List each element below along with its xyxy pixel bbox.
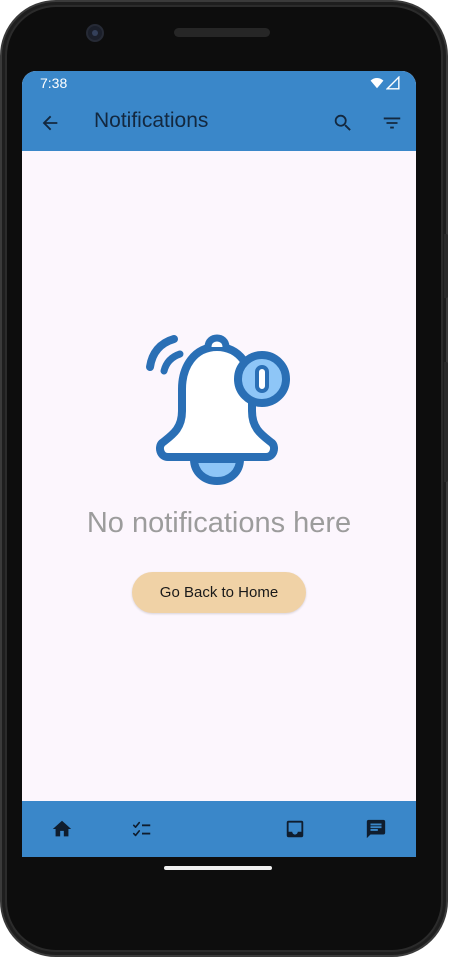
go-back-home-button[interactable]: Go Back to Home [132,572,306,613]
nav-item-inbox[interactable] [281,815,309,843]
status-time: 7:38 [40,75,68,91]
earpiece-speaker [174,28,270,37]
status-icons [370,76,400,90]
bell-notification-icon [146,334,290,485]
wifi-icon [370,78,384,89]
inbox-icon [286,820,304,838]
volume-button [444,362,448,482]
status-bar: 7:38 [22,71,416,95]
filter-button[interactable] [377,108,407,138]
nav-item-home[interactable] [48,815,76,843]
arrow-back-icon [42,115,58,131]
app-screen: 7:38 Notifications No notifications here… [22,71,416,857]
bottom-navigation [22,801,416,857]
app-bar: Notifications [22,95,416,151]
chat-icon [366,819,386,839]
nav-item-messages[interactable] [362,815,390,843]
filter-icon [383,117,401,129]
empty-message: No notifications here [86,507,352,539]
power-button [444,234,448,298]
empty-state: No notifications here Go Back to Home [22,151,416,801]
gesture-handle[interactable] [164,866,272,870]
front-camera [86,24,104,42]
nav-item-tasks[interactable] [128,815,156,843]
search-button[interactable] [328,108,358,138]
page-title: Notifications [94,109,209,132]
checklist-icon [132,821,151,837]
search-icon [334,114,351,131]
signal-icon [386,76,400,90]
back-button[interactable] [35,108,65,138]
home-icon [52,820,72,837]
